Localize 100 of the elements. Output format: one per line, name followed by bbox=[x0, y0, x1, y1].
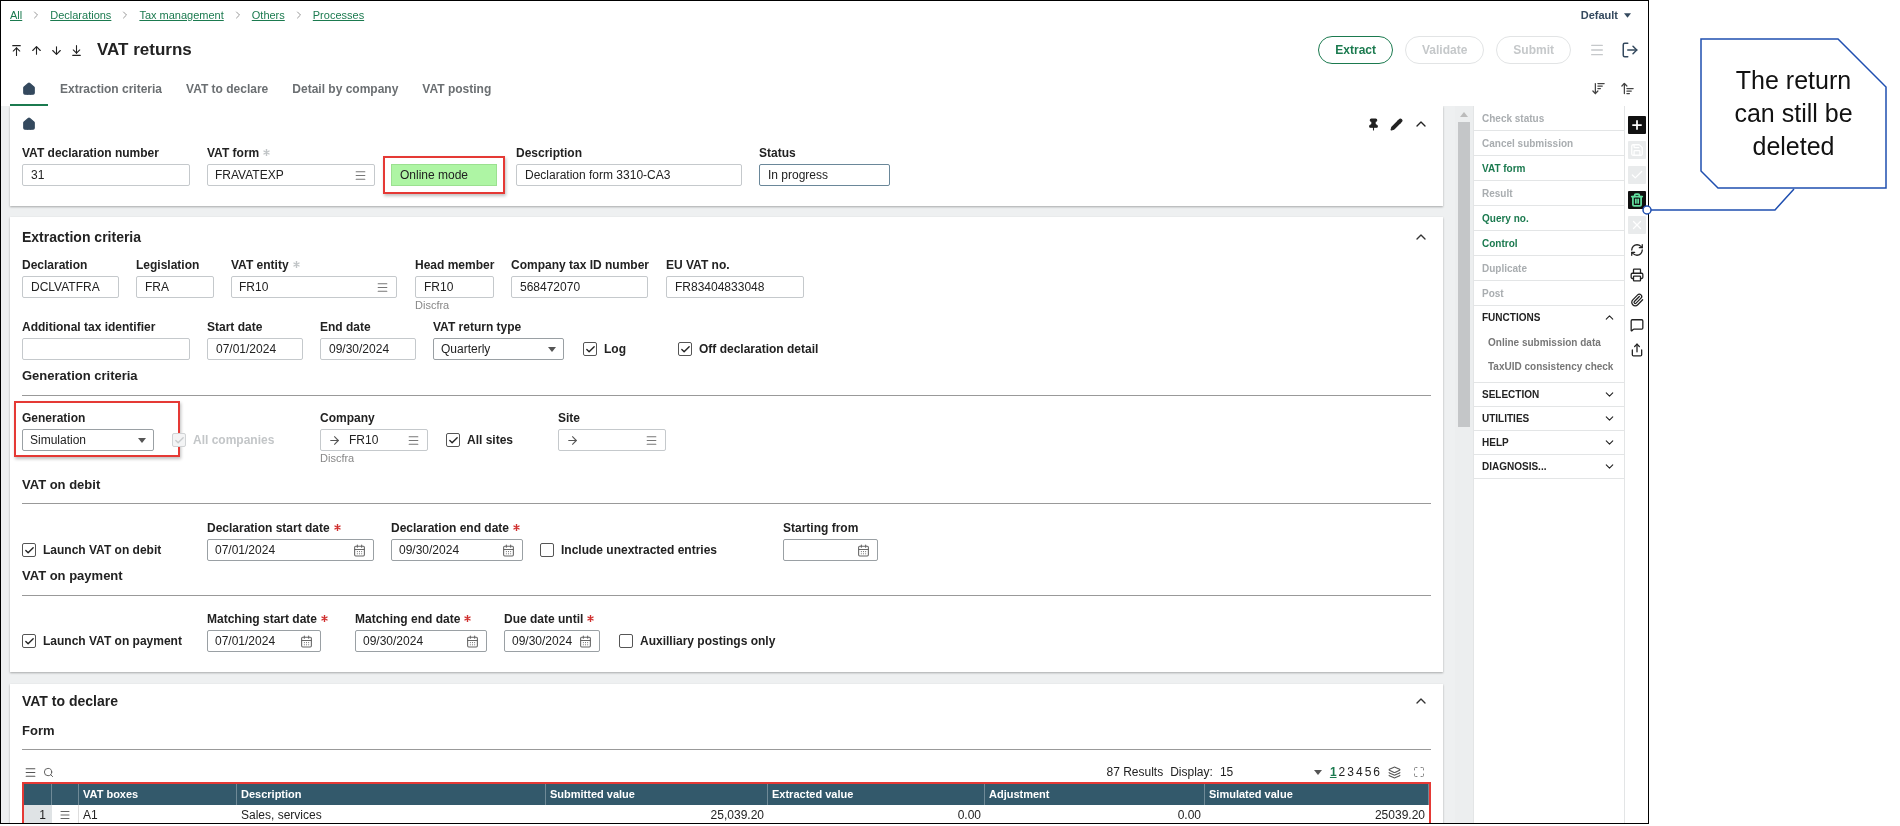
panel-section[interactable]: DIAGNOSIS... bbox=[1474, 455, 1624, 478]
calendar-icon[interactable] bbox=[466, 634, 479, 648]
lookup-field[interactable]: FR10 bbox=[231, 276, 397, 298]
breadcrumb-link[interactable]: Tax management bbox=[139, 6, 224, 24]
checkbox[interactable] bbox=[678, 342, 692, 356]
last-record-icon[interactable] bbox=[70, 43, 83, 57]
caret-icon bbox=[1313, 769, 1322, 775]
list-icon[interactable] bbox=[407, 433, 420, 447]
status-field[interactable]: In progress bbox=[759, 164, 890, 186]
view-selector[interactable]: Default bbox=[1580, 6, 1631, 24]
column-header[interactable]: Simulated value bbox=[1205, 784, 1429, 805]
calendar-icon[interactable] bbox=[300, 634, 313, 648]
layers-icon[interactable] bbox=[1388, 765, 1401, 779]
add-button[interactable] bbox=[1628, 115, 1646, 134]
panel-section[interactable]: FUNCTIONS bbox=[1474, 306, 1624, 329]
checkbox[interactable] bbox=[22, 634, 36, 648]
column-header[interactable]: VAT boxes bbox=[79, 784, 237, 805]
panel-section[interactable]: SELECTION bbox=[1474, 383, 1624, 406]
column-header[interactable]: Description bbox=[237, 784, 546, 805]
field-label: Matching end date bbox=[355, 610, 461, 628]
list-icon[interactable] bbox=[354, 168, 367, 182]
tab[interactable]: VAT posting bbox=[410, 74, 504, 106]
text-field[interactable]: FR83404833048 bbox=[666, 276, 804, 298]
tab[interactable]: VAT to declare bbox=[174, 74, 281, 106]
checkbox[interactable] bbox=[446, 433, 460, 447]
caret-icon bbox=[1624, 12, 1631, 18]
lookup-field[interactable]: FRAVATEXP bbox=[207, 164, 375, 186]
list-icon[interactable] bbox=[376, 280, 389, 294]
breadcrumb-link[interactable]: Processes bbox=[312, 6, 365, 24]
text-field[interactable]: DCLVATFRA bbox=[22, 276, 119, 298]
display-select[interactable]: 15 bbox=[1219, 763, 1322, 781]
date-field[interactable]: 09/30/2024 bbox=[355, 630, 487, 652]
checkbox[interactable] bbox=[583, 342, 597, 356]
text-field[interactable]: 09/30/2024 bbox=[320, 338, 416, 360]
field-hint: Discfra bbox=[415, 299, 451, 312]
panel-section[interactable]: UTILITIES bbox=[1474, 407, 1624, 430]
select-field[interactable]: Simulation bbox=[22, 429, 154, 451]
tab[interactable]: Detail by company bbox=[280, 74, 411, 106]
fullscreen-icon[interactable] bbox=[1413, 766, 1425, 778]
date-field[interactable]: 09/30/2024 bbox=[504, 630, 600, 652]
panel-action[interactable]: Control bbox=[1474, 231, 1624, 256]
column-header[interactable]: Submitted value bbox=[546, 784, 768, 805]
calendar-icon[interactable] bbox=[502, 543, 515, 557]
panel-action[interactable]: Query no. bbox=[1474, 206, 1624, 231]
exit-icon[interactable] bbox=[1621, 41, 1639, 59]
page-link[interactable]: 6 bbox=[1373, 763, 1380, 781]
previous-record-icon[interactable] bbox=[30, 43, 43, 57]
text-field[interactable]: FR10 bbox=[415, 276, 494, 298]
breadcrumb-link[interactable]: All bbox=[10, 6, 23, 24]
date-field[interactable]: 09/30/2024 bbox=[391, 539, 523, 561]
edit-icon[interactable] bbox=[1390, 117, 1403, 131]
text-field[interactable]: Declaration form 3310-CA3 bbox=[516, 164, 742, 186]
delete-button[interactable] bbox=[1628, 190, 1646, 209]
text-field[interactable]: 07/01/2024 bbox=[207, 338, 303, 360]
lookup-field[interactable]: FR10 bbox=[320, 429, 428, 451]
field-label: Due date until bbox=[504, 610, 584, 628]
field-label: Head member bbox=[415, 256, 495, 274]
breadcrumb-link[interactable]: Others bbox=[251, 6, 285, 24]
column-header[interactable]: Extracted value bbox=[768, 784, 985, 805]
page-link[interactable]: 2 bbox=[1338, 763, 1346, 781]
panel-section[interactable]: HELP bbox=[1474, 431, 1624, 454]
sort-icon[interactable] bbox=[1591, 81, 1606, 96]
column-header[interactable]: Adjustment bbox=[985, 784, 1205, 805]
page-link[interactable]: 5 bbox=[1364, 763, 1372, 781]
text-field[interactable]: FRA bbox=[136, 276, 214, 298]
menu-icon[interactable] bbox=[24, 765, 37, 779]
page-link[interactable]: 3 bbox=[1347, 763, 1354, 781]
calendar-icon[interactable] bbox=[579, 634, 592, 648]
select-field[interactable]: Quarterly bbox=[433, 338, 564, 360]
checkbox[interactable] bbox=[540, 543, 554, 557]
text-field[interactable]: 31 bbox=[22, 164, 190, 186]
breadcrumb-link[interactable]: Declarations bbox=[50, 6, 112, 24]
text-field[interactable]: 568472070 bbox=[511, 276, 648, 298]
list-icon[interactable] bbox=[645, 433, 658, 447]
checkbox[interactable] bbox=[619, 634, 633, 648]
panel-link[interactable]: TaxUID consistency check bbox=[1474, 357, 1624, 376]
tab[interactable]: Extraction criteria bbox=[48, 74, 175, 106]
first-record-icon[interactable] bbox=[10, 43, 23, 57]
text-field[interactable] bbox=[22, 338, 190, 360]
page-link[interactable]: 1 bbox=[1329, 763, 1337, 781]
search-icon[interactable] bbox=[43, 766, 54, 778]
pin-icon[interactable] bbox=[1367, 117, 1380, 131]
date-field[interactable]: 07/01/2024 bbox=[207, 630, 321, 652]
panel-link[interactable]: Online submission data bbox=[1474, 333, 1624, 352]
scrollbar[interactable] bbox=[1455, 106, 1473, 823]
date-field[interactable]: 07/01/2024 bbox=[207, 539, 374, 561]
page-link[interactable]: 4 bbox=[1355, 763, 1363, 781]
row-menu-icon[interactable] bbox=[59, 809, 71, 821]
next-record-icon[interactable] bbox=[50, 43, 63, 57]
calendar-icon[interactable] bbox=[353, 543, 366, 557]
lookup-field[interactable] bbox=[558, 429, 666, 451]
table-cell-text: 0.00 bbox=[956, 807, 982, 823]
section-title: Generation criteria bbox=[22, 367, 138, 386]
sort-icon[interactable] bbox=[1620, 81, 1635, 96]
comment-icon bbox=[1630, 317, 1644, 332]
panel-action[interactable]: VAT form bbox=[1474, 156, 1624, 181]
field-label: Site bbox=[558, 409, 580, 427]
calendar-icon[interactable] bbox=[857, 543, 870, 557]
date-field[interactable] bbox=[783, 539, 878, 561]
checkbox[interactable] bbox=[22, 543, 36, 557]
